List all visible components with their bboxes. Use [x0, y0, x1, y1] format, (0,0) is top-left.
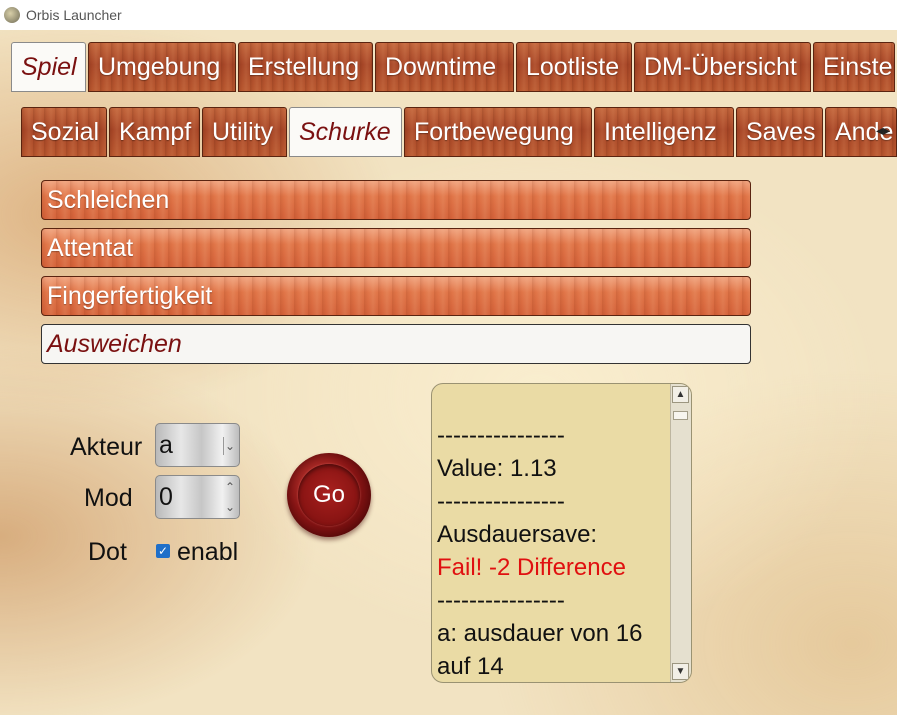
dot-label: Dot	[88, 538, 127, 566]
scroll-down-icon[interactable]: ▼	[672, 663, 689, 680]
log-line: ----------------	[437, 488, 565, 515]
log-text: ---------------- Value: 1.13 -----------…	[437, 419, 672, 682]
mod-label: Mod	[84, 484, 133, 512]
log-line: Value: 1.13	[437, 455, 557, 482]
subtab-sozial[interactable]: Sozial	[21, 107, 107, 157]
tab-erstellung[interactable]: Erstellung	[238, 42, 373, 92]
tab-spiel[interactable]: Spiel	[11, 42, 86, 92]
scroll-thumb[interactable]	[673, 411, 688, 420]
log-line: Ausdauersave:	[437, 521, 598, 548]
scroll-up-icon[interactable]: ▲	[672, 386, 689, 403]
log-line: a: ausdauer von 16 auf 14	[437, 620, 643, 680]
tab-dm-uebersicht[interactable]: DM-Übersicht	[634, 42, 811, 92]
dot-checkbox-label[interactable]: enabl	[177, 538, 238, 567]
tab-downtime[interactable]: Downtime	[375, 42, 514, 92]
log-line-fail: Fail! -2 Difference	[437, 554, 626, 581]
tab-scroll-arrows-icon[interactable]: ◂▸	[876, 122, 890, 139]
wax-seal-icon: Go	[298, 464, 360, 526]
subtab-fortbewegung[interactable]: Fortbewegung	[404, 107, 592, 157]
checkmark-icon: ✓	[157, 544, 169, 558]
tab-einstellungen[interactable]: Einstel	[813, 42, 895, 92]
topic-attentat[interactable]: Attentat	[41, 228, 751, 268]
main-tab-bar: Spiel Umgebung Erstellung Downtime Lootl…	[11, 42, 897, 92]
log-scrollbar[interactable]: ▲ ▼	[670, 384, 691, 682]
subtab-kampf[interactable]: Kampf	[109, 107, 200, 157]
log-line: ----------------	[437, 587, 565, 614]
topic-ausweichen[interactable]: Ausweichen	[41, 324, 751, 364]
log-output[interactable]: ---------------- Value: 1.13 -----------…	[431, 383, 692, 683]
app-icon	[4, 7, 20, 23]
window-title: Orbis Launcher	[26, 7, 122, 23]
mod-value: 0	[159, 482, 173, 511]
subtab-saves[interactable]: Saves	[736, 107, 823, 157]
mod-stepper[interactable]: 0 ⌃ ⌄	[155, 475, 240, 519]
go-button[interactable]: Go	[287, 453, 371, 537]
akteur-select[interactable]: a ⌄	[155, 423, 240, 467]
chevron-up-icon[interactable]: ⌃	[224, 478, 236, 496]
log-line: ----------------	[437, 422, 565, 449]
subtab-intelligenz[interactable]: Intelligenz	[594, 107, 734, 157]
sub-tab-bar: Sozial Kampf Utility Schurke Fortbewegun…	[21, 107, 897, 157]
dot-checkbox[interactable]: ✓	[156, 544, 170, 558]
title-bar: Orbis Launcher	[0, 0, 897, 30]
subtab-schurke[interactable]: Schurke	[289, 107, 402, 157]
topic-schleichen[interactable]: Schleichen	[41, 180, 751, 220]
chevron-down-icon[interactable]: ⌄	[223, 437, 236, 455]
subtab-utility[interactable]: Utility	[202, 107, 287, 157]
akteur-value: a	[159, 430, 173, 459]
tab-lootliste[interactable]: Lootliste	[516, 42, 632, 92]
go-label: Go	[312, 481, 345, 508]
topic-fingerfertigkeit[interactable]: Fingerfertigkeit	[41, 276, 751, 316]
chevron-down-icon[interactable]: ⌄	[224, 498, 236, 516]
akteur-label: Akteur	[70, 433, 143, 461]
tab-umgebung[interactable]: Umgebung	[88, 42, 236, 92]
